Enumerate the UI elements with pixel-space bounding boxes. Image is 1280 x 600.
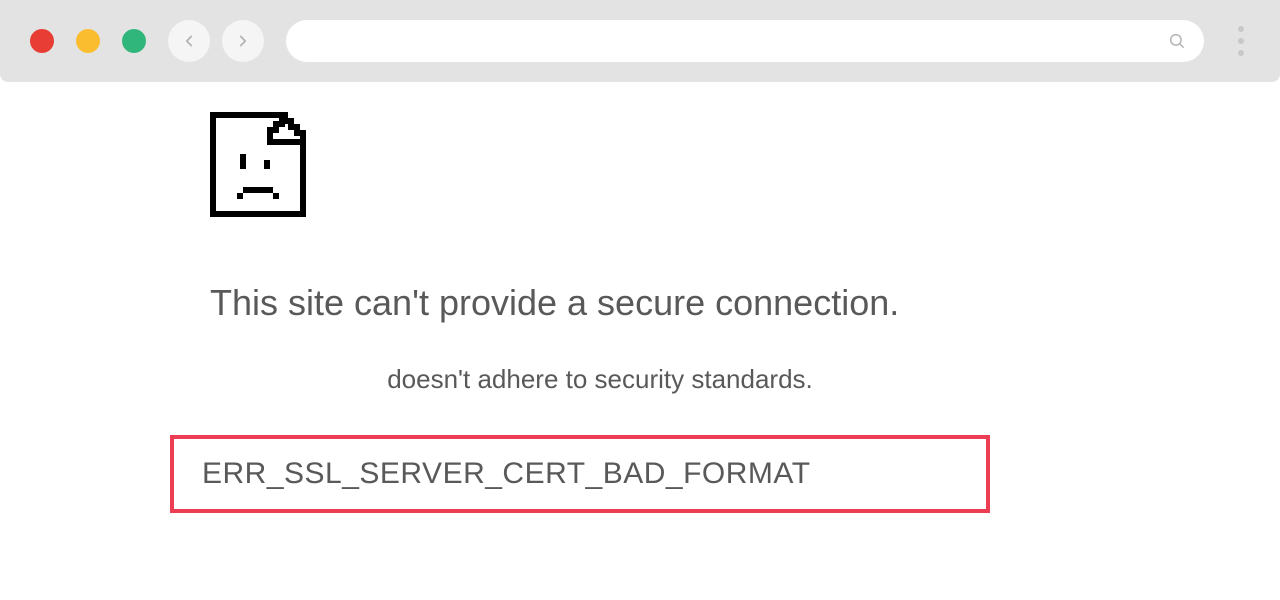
address-bar[interactable] [286, 20, 1204, 62]
forward-button[interactable] [222, 20, 264, 62]
back-arrow-icon [180, 32, 198, 50]
error-heading: This site can't provide a secure connect… [210, 282, 1280, 324]
close-window-button[interactable] [30, 29, 54, 53]
error-subheading: doesn't adhere to security standards. [190, 364, 1010, 395]
error-code: ERR_SSL_SERVER_CERT_BAD_FORMAT [202, 457, 958, 491]
dot-icon [1238, 38, 1244, 44]
error-page-content: This site can't provide a secure connect… [0, 82, 1280, 513]
error-code-highlight-box: ERR_SSL_SERVER_CERT_BAD_FORMAT [170, 435, 990, 513]
forward-arrow-icon [234, 32, 252, 50]
browser-toolbar [0, 0, 1280, 82]
dot-icon [1238, 26, 1244, 32]
sad-document-icon [210, 112, 306, 217]
search-icon [1168, 32, 1186, 50]
overflow-menu-button[interactable] [1232, 20, 1250, 62]
maximize-window-button[interactable] [122, 29, 146, 53]
dot-icon [1238, 50, 1244, 56]
minimize-window-button[interactable] [76, 29, 100, 53]
window-controls [30, 29, 146, 53]
back-button[interactable] [168, 20, 210, 62]
